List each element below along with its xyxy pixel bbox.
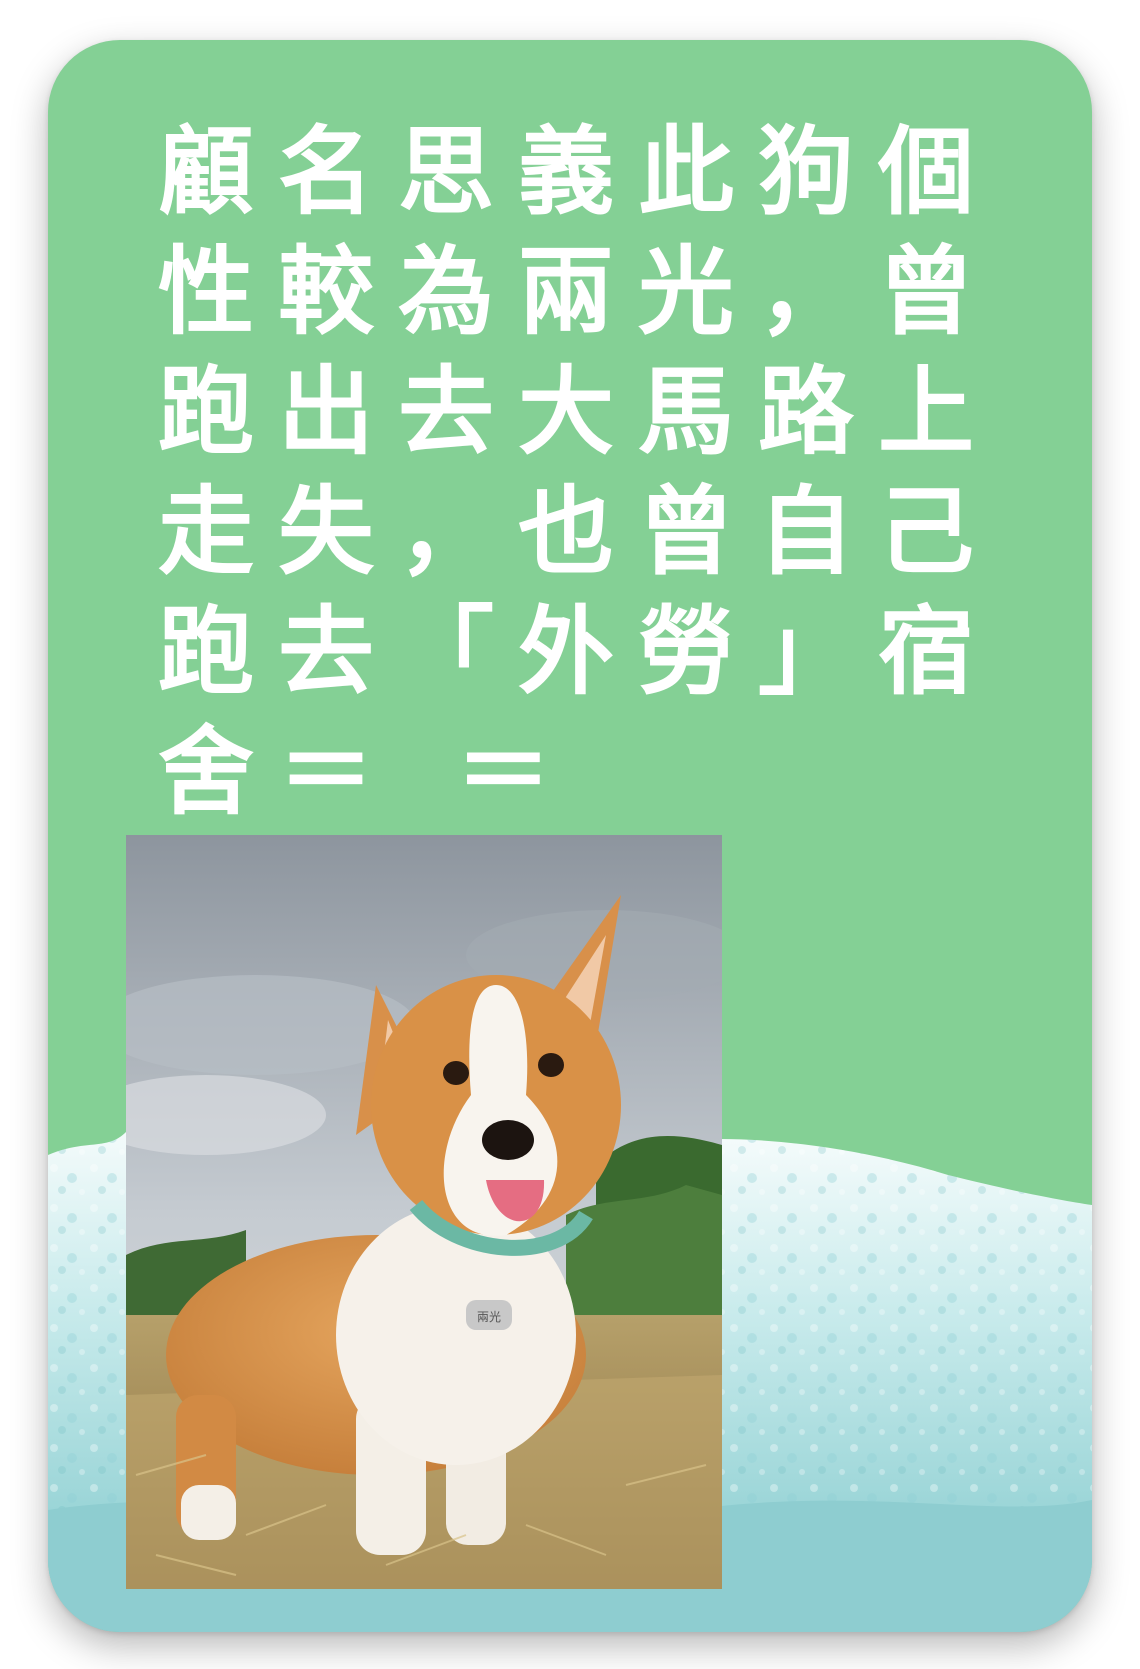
- story-card: 顧名思義此狗個性較為兩光，曾跑出去大馬路上走失，也曾自己跑去「外勞」宿舍＝ ＝: [48, 40, 1092, 1632]
- corgi-photo: 兩光: [126, 835, 722, 1589]
- tag-text: 兩光: [477, 1310, 501, 1324]
- corgi-illustration: 兩光: [126, 835, 722, 1589]
- story-caption: 顧名思義此狗個性較為兩光，曾跑出去大馬路上走失，也曾自己跑去「外勞」宿舍＝ ＝: [158, 116, 998, 828]
- page: 顧名思義此狗個性較為兩光，曾跑出去大馬路上走失，也曾自己跑去「外勞」宿舍＝ ＝: [0, 0, 1140, 1669]
